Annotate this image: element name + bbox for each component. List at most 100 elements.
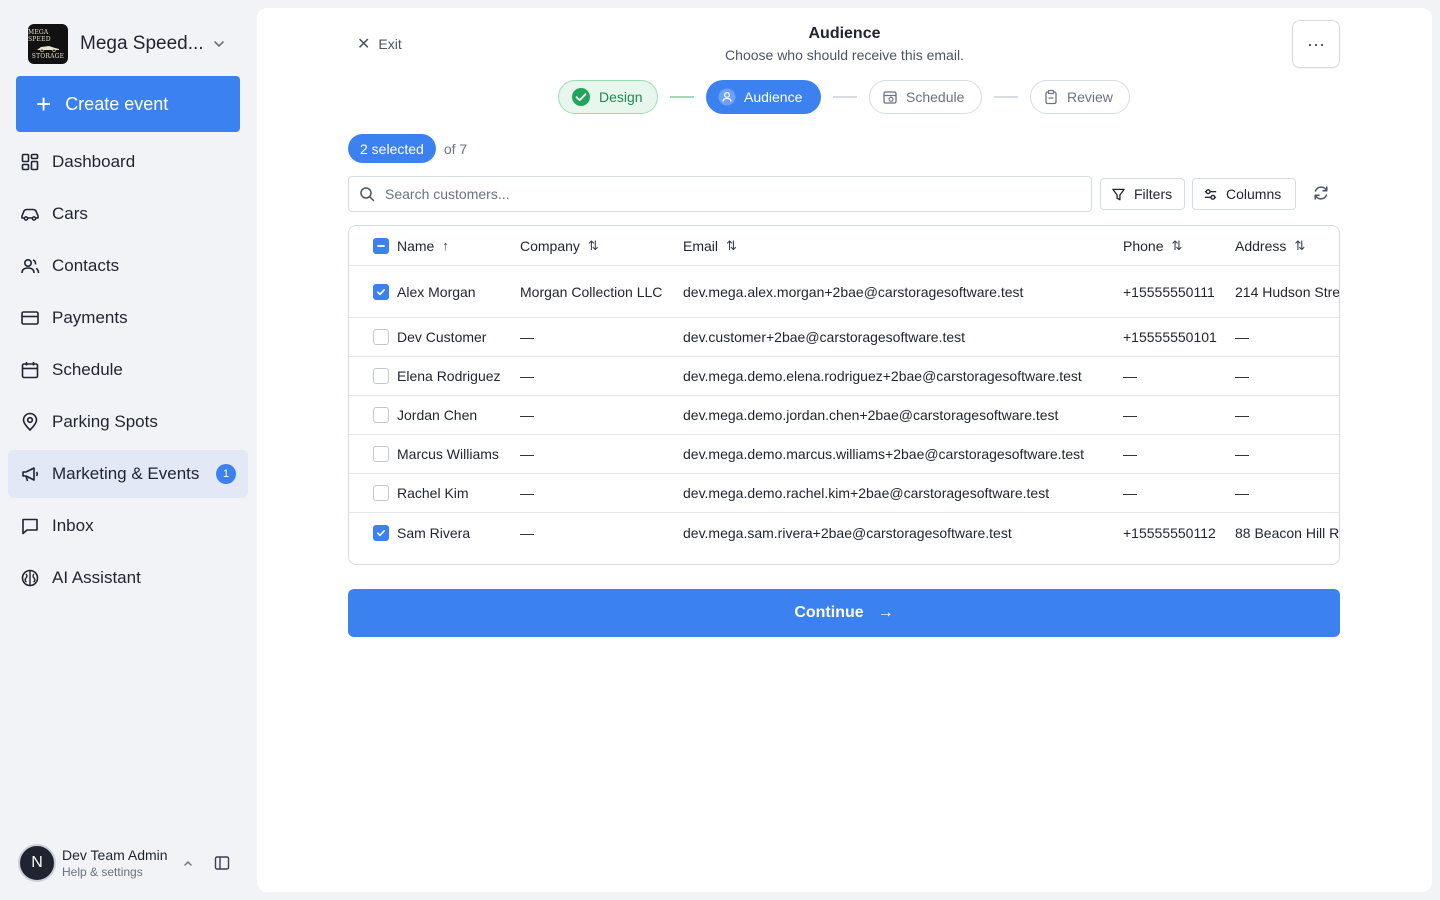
step-schedule[interactable]: Schedule	[869, 80, 982, 114]
sidebar-item-cars[interactable]: Cars	[8, 190, 248, 238]
row-check-cell	[373, 318, 391, 356]
table-row[interactable]: Rachel Kim — dev.mega.demo.rachel.kim+2bae…	[349, 474, 1339, 513]
sort-icon: ⇅	[1171, 237, 1183, 253]
column-header-name[interactable]: Name ↑	[397, 226, 512, 265]
cell-email: dev.mega.demo.rachel.kim+2bae@carstorage…	[683, 485, 1050, 501]
search-input[interactable]	[385, 186, 1065, 202]
sort-icon: ⇅	[587, 237, 599, 253]
column-label: Email	[683, 237, 719, 254]
cell-phone: —	[1123, 485, 1137, 501]
step-audience[interactable]: Audience	[706, 80, 821, 114]
cell-phone: —	[1123, 368, 1137, 384]
message-icon	[22, 518, 38, 535]
cell-name: Marcus Williams	[397, 446, 499, 462]
settings-sliders-icon	[1204, 188, 1217, 200]
row-checkbox[interactable]	[373, 283, 389, 300]
row-checkbox[interactable]	[373, 485, 389, 501]
selection-summary: 2 selected of 7	[348, 134, 467, 163]
cell-phone: —	[1123, 407, 1137, 423]
column-header-address[interactable]: Address ⇅	[1235, 226, 1339, 265]
search-icon	[360, 187, 375, 202]
table-row[interactable]: Elena Rodriguez — dev.mega.demo.elena.rodr…	[349, 357, 1339, 396]
row-checkbox[interactable]	[373, 329, 389, 345]
row-checkbox[interactable]	[373, 446, 389, 462]
sidebar-item-payments[interactable]: Payments	[8, 294, 248, 342]
row-checkbox[interactable]	[373, 368, 389, 384]
stepper: Design Audience Schedule Review	[257, 80, 1432, 114]
map-pin-icon	[22, 412, 38, 432]
cell-name: Sam Rivera	[397, 524, 471, 541]
table-row[interactable]: Marcus Williams — dev.mega.demo.marcus.wil…	[349, 435, 1339, 474]
filters-label: Filters	[1134, 186, 1173, 202]
org-switcher[interactable]: MEGA SPEED STORAGE Mega Speed...	[28, 24, 238, 64]
user-menu[interactable]: N Dev Team Admin Help & settings	[18, 842, 248, 884]
create-event-label: Create event	[65, 93, 169, 114]
logo-text-bottom: STORAGE	[31, 52, 65, 60]
table-row[interactable]: Dev Customer — dev.customer+2bae@carstorag…	[349, 318, 1339, 357]
continue-button[interactable]: Continue →	[348, 589, 1340, 637]
org-name: Mega Speed...	[80, 33, 204, 54]
cell-company: —	[520, 407, 534, 423]
check-icon	[377, 288, 385, 295]
sidebar-item-dashboard[interactable]: Dashboard	[8, 138, 248, 186]
more-options-button[interactable]: ···	[1292, 20, 1340, 68]
row-checkbox[interactable]	[373, 407, 389, 423]
sidebar-item-label: AI Assistant	[52, 568, 141, 587]
sidebar-item-contacts[interactable]: Contacts	[8, 242, 248, 290]
filters-button[interactable]: Filters	[1100, 178, 1185, 210]
cell-email: dev.customer+2bae@carstoragesoftware.tes…	[683, 329, 966, 345]
column-header-phone[interactable]: Phone ⇅	[1123, 226, 1231, 265]
columns-label: Columns	[1226, 186, 1282, 202]
page-title: Audience	[808, 25, 881, 42]
table-row[interactable]: Alex Morgan Morgan Collection LLC dev.mega…	[349, 266, 1340, 318]
sidebar-item-schedule[interactable]: Schedule	[8, 346, 248, 394]
dashboard-icon	[21, 153, 39, 171]
cell-company: Morgan Collection LLC	[520, 283, 663, 300]
sidebar-item-parking-spots[interactable]: Parking Spots	[8, 398, 248, 446]
check-circle-icon	[571, 87, 591, 107]
sidebar-toggle-icon[interactable]	[214, 855, 230, 871]
cell-address: 88 Beacon Hill Road	[1235, 524, 1340, 541]
row-check-cell	[373, 474, 391, 512]
sort-icon: ⇅	[1294, 237, 1306, 253]
sidebar: MEGA SPEED STORAGE Mega Speed... + Creat…	[0, 0, 256, 900]
row-checkbox[interactable]	[373, 524, 389, 541]
cell-email: dev.mega.demo.marcus.williams+2bae@carst…	[683, 446, 1085, 462]
row-check-cell	[373, 435, 391, 473]
sidebar-item-marketing-events[interactable]: Marketing & Events 1	[8, 450, 248, 498]
cell-name: Alex Morgan	[397, 283, 476, 300]
column-label: Phone	[1123, 237, 1164, 254]
table-row[interactable]: Sam Rivera — dev.mega.sam.rivera+2bae@cars…	[349, 513, 1340, 552]
cell-address: 214 Hudson Street	[1235, 283, 1340, 300]
continue-label: Continue	[794, 604, 864, 621]
select-all-checkbox[interactable]	[373, 237, 389, 254]
cell-email: dev.mega.demo.elena.rodriguez+2bae@carst…	[683, 368, 1082, 384]
step-design[interactable]: Design	[558, 80, 658, 114]
column-label: Company	[520, 237, 580, 254]
step-connector	[833, 96, 857, 98]
table-row[interactable]: Jordan Chen — dev.mega.demo.jordan.chen+2b…	[349, 396, 1339, 435]
sidebar-item-inbox[interactable]: Inbox	[8, 502, 248, 550]
column-label: Name	[397, 237, 435, 254]
refresh-icon[interactable]	[1312, 184, 1330, 202]
sidebar-item-label: Contacts	[52, 256, 120, 275]
search-box[interactable]	[348, 176, 1092, 212]
sidebar-item-label: Parking Spots	[52, 412, 158, 431]
step-label: Audience	[744, 89, 803, 105]
cell-email: dev.mega.demo.jordan.chen+2bae@carstorag…	[683, 407, 1059, 423]
column-header-company[interactable]: Company ⇅	[520, 226, 680, 265]
filter-icon	[1112, 188, 1125, 200]
sidebar-item-label: Dashboard	[52, 152, 136, 171]
sidebar-item-label: Schedule	[52, 360, 123, 379]
megaphone-icon	[22, 467, 39, 482]
credit-card-icon	[21, 311, 39, 325]
columns-button[interactable]: Columns	[1192, 178, 1296, 210]
cell-address: —	[1235, 407, 1249, 423]
selected-count-badge[interactable]: 2 selected	[348, 134, 436, 163]
chevron-down-icon	[214, 41, 224, 48]
column-header-email[interactable]: Email ⇅	[683, 226, 1119, 265]
sidebar-item-ai-assistant[interactable]: AI Assistant	[8, 554, 248, 602]
step-review[interactable]: Review	[1030, 80, 1130, 114]
create-event-button[interactable]: + Create event	[16, 76, 240, 132]
cell-address: —	[1235, 485, 1249, 501]
